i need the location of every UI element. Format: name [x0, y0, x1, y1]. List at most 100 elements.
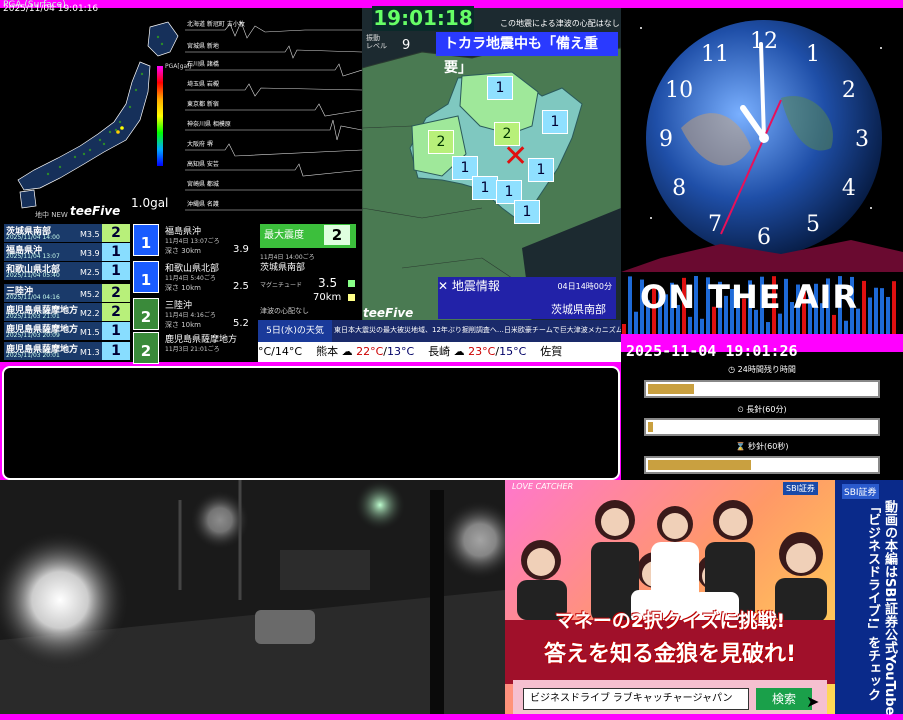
weather-city: 熊本: [316, 345, 339, 358]
progress-bar: [644, 380, 880, 398]
street-camera: [0, 480, 505, 714]
intensity-marker: 1: [514, 200, 540, 224]
bar-label: ⏲ 長針(60分): [737, 405, 787, 414]
pga-color-scale: [157, 66, 163, 166]
quake-list-item[interactable]: 鹿児島県薩摩地方 2025/11/03 21:01 M2.2 2: [4, 303, 130, 321]
sbi-promo-text: 動画の本編はSBI証券公式YouTube「ビジネスドライブ!」をチェック: [865, 500, 897, 716]
brand-logo: teeFive: [363, 306, 414, 320]
brand-logo: teeFive: [70, 204, 121, 218]
level-bar: [862, 280, 866, 334]
clock-numeral: 1: [806, 42, 820, 67]
datetime-display: 2025-11-04 19:01:26: [626, 342, 798, 360]
quiz-headline: マネーの2択クイズに挑戦!: [554, 610, 786, 632]
quake-card[interactable]: 1 和歌山県北部 11月4日 5:40ごろ 深さ 10km 2.5: [133, 259, 255, 295]
weather-strip: °C/14°C 熊本 ☁ 22°C/13°C 長崎 ☁ 23°C/15°C 佐賀: [258, 342, 621, 362]
intensity-marker: 1: [542, 110, 568, 134]
station-label: 宮城県 新地: [187, 43, 219, 50]
quake-info-box: ✕ 地震情報 04日14時00分 茨城県南部: [438, 277, 616, 319]
intensity-marker: 1: [528, 158, 554, 182]
legend-swatch: [348, 294, 355, 301]
intensity-badge: 1: [102, 322, 130, 340]
station-label: 高知県 安芸: [187, 161, 219, 168]
clock-numeral: 8: [672, 176, 686, 201]
quake-list-item[interactable]: 和歌山県北部 2025/11/04 05:40 M2.5 1: [4, 262, 130, 280]
news-ticker-text: 東日本大震災の最大被災地域、12年ぶり掘削調査へ…日米欧豪チームで巨大津波メカニ…: [334, 326, 658, 334]
level-bar: [832, 314, 836, 334]
epicenter-cross-icon: ✕: [503, 139, 529, 174]
progress-fill: [648, 384, 694, 394]
station-label: 大阪府 堺: [187, 141, 213, 148]
new-label: 地中 NEW: [35, 211, 68, 219]
clock-numeral: 7: [708, 212, 722, 237]
level-bar: [688, 316, 692, 334]
station-label: 石川県 諸橋: [187, 61, 219, 68]
cloud-icon: ☁: [453, 345, 465, 358]
intensity-marker: 2: [428, 130, 454, 154]
search-button[interactable]: 検索: [756, 688, 812, 710]
hourglass-icon: ⌛: [735, 442, 746, 451]
ad-artwork: [505, 500, 835, 714]
clock-numeral: 5: [806, 212, 820, 237]
quake-list-item[interactable]: 茨城県南部 2025/11/04 14:00 M3.5 2: [4, 224, 130, 242]
weather-city: 長崎: [428, 345, 451, 358]
quake-list-item[interactable]: 三陸沖 2025/11/04 04:16 M5.2 2: [4, 284, 130, 302]
station-label: 東京都 新宿: [187, 101, 219, 108]
weather-temp: °C/14°C: [258, 345, 303, 358]
progress-bar: [644, 418, 880, 436]
quake-card[interactable]: 2 鹿児島県薩摩地方 11月3日 21:01ごろ: [133, 330, 255, 366]
intensity-badge: 2: [102, 303, 130, 321]
level-bar: [874, 287, 878, 334]
magnitude-value: 3.5: [318, 276, 338, 290]
progress-fill: [648, 422, 653, 432]
intensity-badge: 1: [133, 261, 159, 293]
intensity-badge: 1: [102, 243, 130, 261]
news-banner: トカラ地震中も「備え重要」: [436, 32, 618, 76]
quake-list-item[interactable]: 鹿児島県薩摩地方 2025/11/03 20:01 M1.3 1: [4, 342, 130, 360]
clock-numeral: 9: [659, 127, 673, 152]
shake-level-label: 振動 レベル: [366, 34, 387, 50]
progress-bar: [644, 456, 880, 474]
intensity-badge: 1: [102, 262, 130, 280]
gal-value: 1.0gal: [131, 196, 169, 210]
legend-swatch: [348, 280, 355, 287]
street-camera-image: [0, 480, 505, 714]
bar-label: ⌛ 秒針(60秒): [735, 442, 789, 451]
quake-card[interactable]: 2 三陸沖 11月4日 4:16ごろ 深さ 10km 5.2: [133, 296, 255, 332]
quake-list-item[interactable]: 鹿児島県薩摩地方 2025/11/03 20:09 M1.5 1: [4, 322, 130, 340]
level-bar: [634, 311, 638, 334]
search-input[interactable]: [523, 688, 749, 710]
bar-label: ◷ 24時間残り時間: [728, 365, 796, 374]
shake-level-value: 9: [402, 38, 411, 53]
blank-display-box: [2, 366, 620, 480]
cursor-icon: ➤: [806, 692, 820, 711]
map-header: この地震による津波の心配はなし: [500, 19, 620, 28]
intensity-badge: 2: [133, 298, 159, 330]
level-bar: [880, 288, 884, 334]
weather-high: 22°C: [356, 345, 384, 358]
intensity-badge: 2: [102, 284, 130, 302]
clock-numeral: 10: [665, 78, 693, 103]
digital-clock: 19:01:18: [372, 6, 474, 31]
advertisement[interactable]: [505, 480, 835, 714]
quake-info-time: 04日14時00分: [557, 282, 612, 291]
intensity-marker: 1: [487, 76, 513, 100]
depth-value: 70km: [313, 292, 342, 303]
intensity-marker: 1: [472, 176, 498, 200]
weather-low: 15°C: [499, 345, 527, 358]
level-bar: [868, 297, 872, 334]
station-label: 埼玉県 岩槻: [187, 81, 219, 88]
sbi-badge: SBI証券: [783, 482, 818, 495]
show-logo: LOVE CATCHER: [512, 482, 574, 491]
clock-numeral: 3: [855, 127, 869, 152]
clock-icon: ◷: [728, 365, 736, 374]
weather-high: 23°C: [468, 345, 496, 358]
clock-numeral: 11: [701, 42, 729, 67]
quake-info-title: ✕ 地震情報: [438, 279, 500, 293]
quake-list-item[interactable]: 福島県沖 2025/11/04 13:07 M3.9 1: [4, 243, 130, 261]
level-bar: [844, 320, 848, 334]
station-label: 神奈川県 相模原: [187, 121, 231, 128]
level-bar: [628, 276, 632, 334]
quake-card[interactable]: 1 福島県沖 11月4日 13:07ごろ 深さ 30km 3.9: [133, 222, 255, 258]
clock-numeral: 4: [842, 176, 856, 201]
waveform-panel: 北海道 新冠町 古小牧 宮城県 新地 石川県 諸橋 埼玉県 岩槻 東京都 新宿 …: [185, 12, 362, 217]
